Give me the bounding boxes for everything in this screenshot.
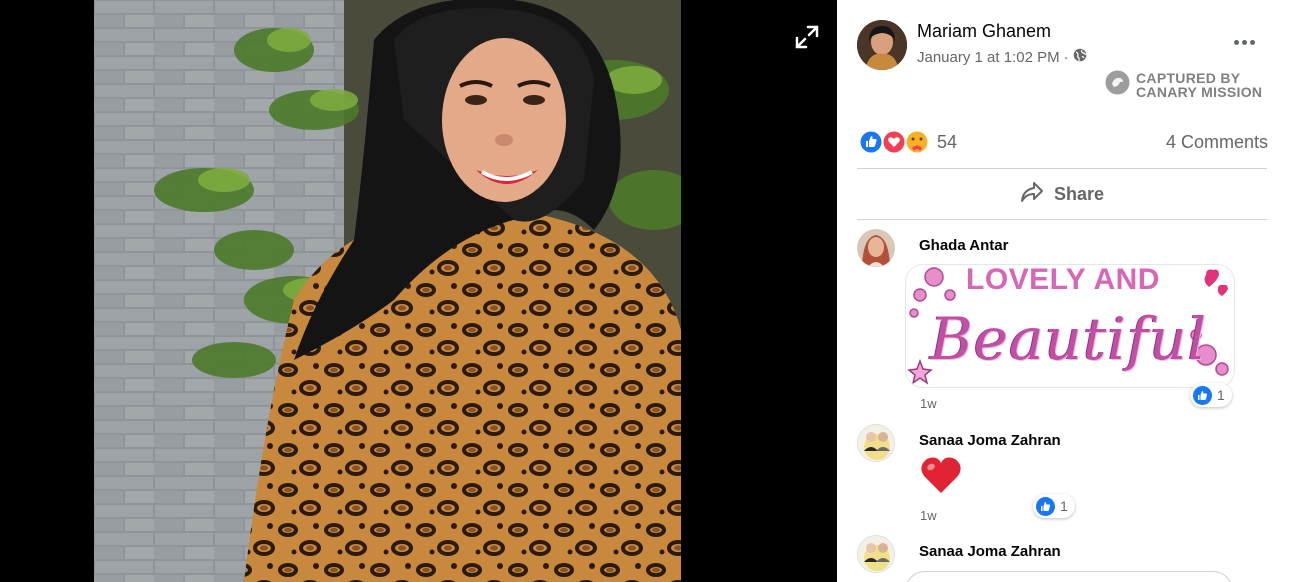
- comments-count-link[interactable]: 4 Comments: [1166, 132, 1268, 153]
- post-photo[interactable]: [94, 0, 681, 582]
- comment-like-count: 1: [1060, 498, 1068, 514]
- comment-author[interactable]: Ghada Antar: [919, 237, 1008, 254]
- watermark: CAPTURED BY CANARY MISSION: [1105, 70, 1266, 100]
- comment-reaction-badge[interactable]: 1: [1190, 383, 1232, 407]
- post-side-panel: Mariam Ghanem January 1 at 1:02 PM · CAP…: [837, 0, 1292, 582]
- sticker-text-top: LOVELY AND: [966, 264, 1160, 296]
- author-name[interactable]: Mariam Ghanem: [917, 21, 1051, 42]
- meta-separator: ·: [1063, 48, 1069, 66]
- comment-avatar[interactable]: [857, 535, 895, 573]
- share-button[interactable]: Share: [857, 170, 1267, 218]
- more-options-button[interactable]: [1230, 30, 1258, 54]
- comment-avatar[interactable]: [857, 424, 895, 462]
- divider-bottom: [857, 219, 1267, 220]
- divider-top: [857, 168, 1267, 169]
- canary-mission-icon: [1105, 70, 1130, 100]
- photo-viewer: [0, 0, 837, 582]
- post-timestamp[interactable]: January 1 at 1:02 PM: [917, 49, 1060, 66]
- comment-time[interactable]: 1w: [920, 508, 937, 523]
- heart-emoji-icon: [919, 455, 963, 500]
- reaction-icons[interactable]: [858, 129, 930, 155]
- comment-sticker[interactable]: LOVELY AND Beautiful: [905, 264, 1235, 388]
- like-icon: [1193, 385, 1212, 405]
- globe-icon: [1073, 48, 1087, 66]
- reaction-count[interactable]: 54: [937, 132, 957, 153]
- comment-time[interactable]: 1w: [920, 396, 937, 411]
- like-reaction-icon: [859, 130, 883, 154]
- love-reaction-icon: [882, 130, 906, 154]
- comment-author[interactable]: Sanaa Joma Zahran: [919, 543, 1061, 560]
- share-label: Share: [1053, 183, 1105, 204]
- photo-illustration: [94, 0, 681, 582]
- post-meta: January 1 at 1:02 PM ·: [917, 48, 1087, 66]
- watermark-line-2: CANARY MISSION: [1136, 84, 1263, 100]
- watermark-line-1: CAPTURED BY: [1136, 70, 1241, 86]
- comment-bubble: [905, 571, 1233, 582]
- sticker-text-bottom: Beautiful: [930, 305, 1208, 373]
- share-icon: [1020, 181, 1044, 208]
- like-icon: [1036, 496, 1055, 516]
- comment-reaction-badge[interactable]: 1: [1033, 494, 1075, 518]
- comment-avatar[interactable]: [857, 229, 895, 267]
- comment-author[interactable]: Sanaa Joma Zahran: [919, 432, 1061, 449]
- fullscreen-icon[interactable]: [794, 24, 820, 50]
- reactions-summary: 54 4 Comments: [858, 128, 1268, 156]
- author-avatar[interactable]: [857, 20, 907, 70]
- watermark-text: CAPTURED BY CANARY MISSION: [1136, 71, 1266, 99]
- care-reaction-icon: [905, 130, 929, 154]
- comment-like-count: 1: [1217, 387, 1225, 403]
